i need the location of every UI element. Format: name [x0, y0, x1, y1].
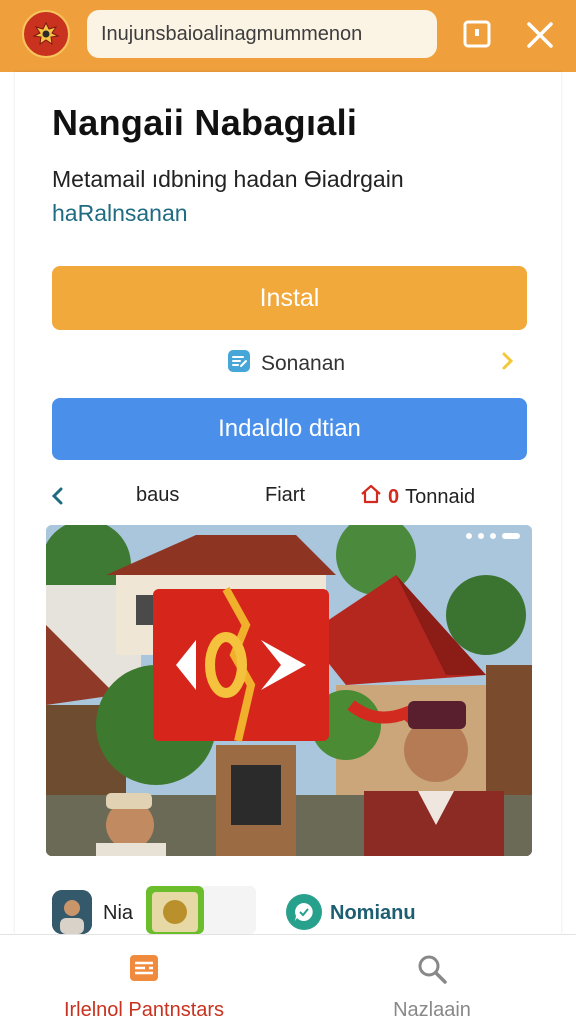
top-bar: Inujunsbaioalinagmummenon — [0, 0, 576, 72]
url-text: Inujunsbaioalinagmummenon — [101, 22, 363, 45]
nav-item-home[interactable]: Irlelnol Pantnstars — [0, 935, 288, 1024]
secondary-row[interactable]: Sonanan — [52, 344, 527, 380]
card-1-label[interactable]: Nia — [103, 902, 133, 925]
carousel-indicator[interactable] — [466, 533, 520, 539]
page-subtitle: Metamail ıdbning hadan Өiadrgain — [52, 166, 404, 192]
list-icon — [129, 953, 159, 988]
hero-image[interactable] — [46, 525, 532, 856]
nav-label-search: Nazlaain — [393, 999, 471, 1021]
tab-row: baus Fiart 0 Tonnaid — [46, 478, 532, 514]
tab-3-count: 0 — [388, 485, 400, 508]
tab-3[interactable]: 0 Tonnaid — [360, 484, 475, 510]
url-bar[interactable]: Inujunsbaioalinagmummenon — [87, 10, 437, 58]
edit-note-icon — [227, 349, 251, 379]
app-screen: Inujunsbaioalinagmummenon Nangaii Nabagı… — [0, 0, 576, 1024]
avatar[interactable] — [52, 890, 92, 934]
close-icon[interactable] — [520, 15, 560, 55]
primary-action-button[interactable]: Indaldlo dtian — [52, 398, 527, 460]
install-button[interactable]: Instal — [52, 266, 527, 330]
tab-1[interactable]: baus — [136, 484, 179, 507]
bottom-navigation: Irlelnol Pantnstars Nazlaain — [0, 934, 576, 1024]
page-title: Nangaii Nabagıali — [52, 102, 358, 143]
tab-3-label: Tonnaid — [405, 485, 476, 508]
secondary-label: Sonanan — [261, 352, 346, 375]
chevron-left-icon[interactable] — [50, 486, 64, 511]
card-row: Nia Nomianu — [46, 886, 532, 934]
chevron-right-icon[interactable] — [501, 351, 515, 376]
garuda-emblem-icon[interactable] — [22, 10, 70, 58]
nav-label-home: Irlelnol Pantnstars — [63, 999, 225, 1021]
nav-item-search[interactable]: Nazlaain — [288, 935, 576, 1024]
card-3-label[interactable]: Nomianu — [330, 902, 416, 925]
search-icon — [416, 953, 448, 990]
subtitle-link[interactable]: haRalnsanan — [52, 200, 188, 227]
card-2-thumbnail[interactable] — [146, 886, 256, 934]
home-icon — [360, 484, 382, 510]
tab-switcher-icon[interactable] — [460, 17, 494, 51]
chat-icon[interactable] — [286, 894, 322, 930]
tab-2[interactable]: Fiart — [265, 484, 305, 507]
